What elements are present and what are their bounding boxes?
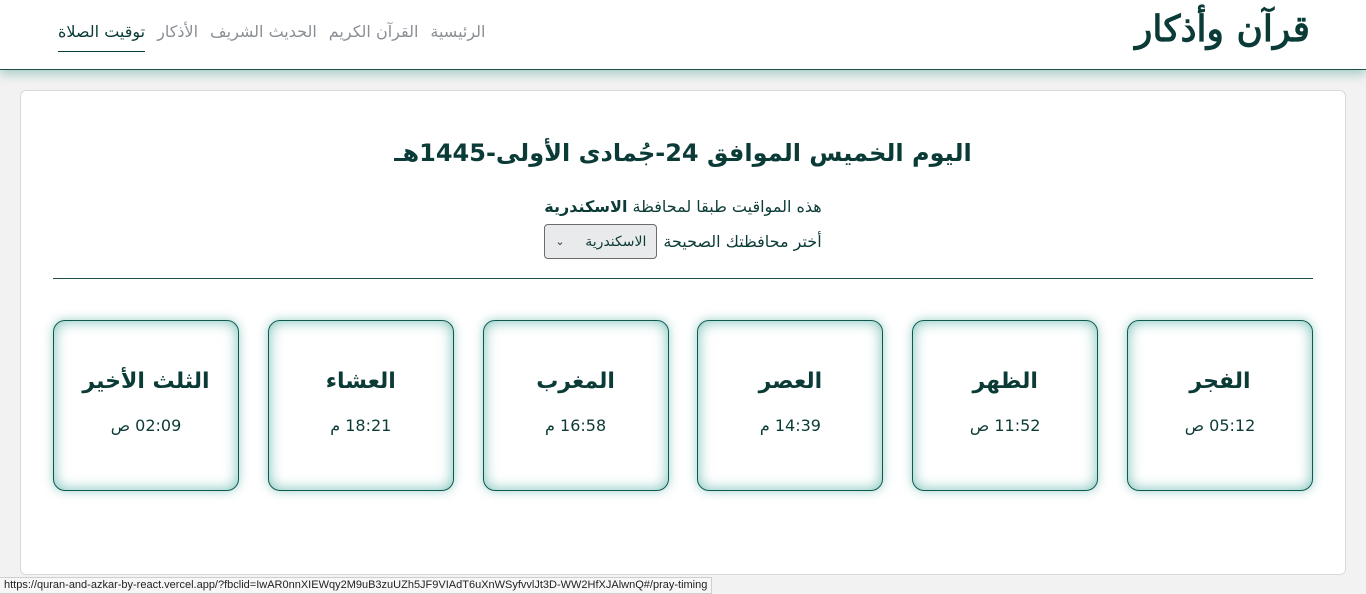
prayer-name: العشاء [325, 369, 396, 394]
chevron-down-icon: ⌄ [555, 235, 565, 248]
governorate-select-row: أختر محافظتك الصحيحة الاسكندرية ⌄ [21, 224, 1345, 259]
nav-link-prayer-timing[interactable]: توقيت الصلاة [58, 22, 146, 52]
prayer-name: الثلث الأخير [82, 369, 210, 394]
governorate-line: هذه المواقيت طبقا لمحافظة الاسكندرية [21, 197, 1345, 216]
prayer-card-fajr: الفجر 05:12 ص [1126, 320, 1313, 491]
governorate-select[interactable]: الاسكندرية ⌄ [544, 224, 658, 259]
prayer-timing-card: اليوم الخميس الموافق 24-جُمادى الأولى-14… [20, 90, 1346, 575]
prayer-time: 05:12 ص [1184, 416, 1256, 435]
prayer-cards: الفجر 05:12 ص الظهر 11:52 ص العصر 14:39 … [53, 320, 1313, 491]
governorate-name: الاسكندرية [544, 197, 628, 216]
prayer-time: 02:09 ص [110, 416, 182, 435]
nav-link-home[interactable]: الرئيسية [430, 22, 485, 52]
navbar: قرآن وأذكار توقيت الصلاة الأذكار الحديث … [0, 0, 1366, 70]
nav-link-hadith[interactable]: الحديث الشريف [210, 22, 317, 52]
prayer-time: 18:21 م [330, 416, 392, 435]
prayer-time: 14:39 م [759, 416, 821, 435]
prayer-card-asr: العصر 14:39 م [697, 320, 884, 491]
divider [53, 278, 1313, 279]
select-label: أختر محافظتك الصحيحة [663, 232, 822, 251]
prayer-name: المغرب [536, 369, 615, 394]
prayer-time: 16:58 م [545, 416, 607, 435]
nav-links: توقيت الصلاة الأذكار الحديث الشريف القرآ… [58, 22, 486, 52]
prayer-time: 11:52 ص [969, 416, 1041, 435]
prayer-card-maghrib: المغرب 16:58 م [482, 320, 669, 491]
site-logo[interactable]: قرآن وأذكار [1135, 8, 1310, 50]
prayer-card-isha: العشاء 18:21 م [267, 320, 454, 491]
prayer-card-dhuhr: الظهر 11:52 ص [912, 320, 1099, 491]
prayer-name: الظهر [972, 369, 1038, 394]
nav-link-quran[interactable]: القرآن الكريم [329, 22, 419, 52]
prayer-name: الفجر [1189, 369, 1251, 394]
prayer-card-last-third: الثلث الأخير 02:09 ص [53, 320, 239, 491]
select-value: الاسكندرية [585, 233, 647, 250]
prayer-name: العصر [758, 369, 823, 394]
nav-link-azkar[interactable]: الأذكار [157, 22, 198, 52]
date-heading: اليوم الخميس الموافق 24-جُمادى الأولى-14… [394, 139, 972, 167]
governorate-prefix: هذه المواقيت طبقا لمحافظة [632, 197, 822, 216]
status-bar-url: https://quran-and-azkar-by-react.vercel.… [0, 577, 713, 594]
